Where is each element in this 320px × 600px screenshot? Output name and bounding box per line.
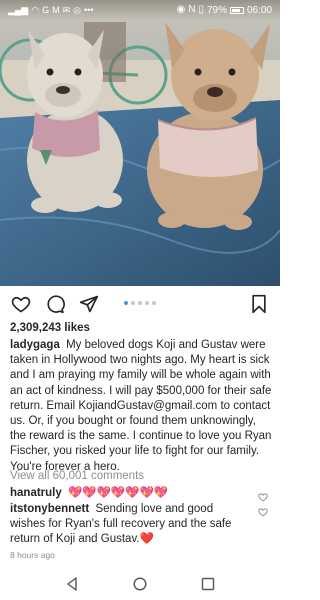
clock: 06:00: [246, 4, 272, 16]
eye-comfort-icon: ◉: [176, 4, 186, 15]
comment-text: 💖💖💖💖💖💖💖: [67, 487, 169, 499]
gmail-icon: G: [42, 4, 50, 15]
status-right: ◉ N ▯ 79% 06:00: [176, 5, 272, 16]
system-navigation-bar: [0, 568, 280, 600]
camera-icon: ◎: [73, 4, 82, 15]
likes-count[interactable]: 2,309,243 likes: [10, 322, 90, 334]
carousel-dot: [131, 301, 135, 305]
comment-like-heart-icon[interactable]: [258, 504, 268, 517]
home-circle-icon[interactable]: [132, 576, 148, 592]
signal-icon: ▂▄▆: [8, 4, 29, 15]
wifi-icon: ◠: [31, 4, 40, 15]
status-bar: ▂▄▆ ◠ G M ✉ ◎ ••• ◉ N ▯ 79% 06:00: [0, 0, 280, 20]
carousel-dot: [124, 301, 128, 305]
share-paper-plane-icon[interactable]: [78, 293, 100, 315]
comment: hanatruly 💖💖💖💖💖💖💖: [10, 486, 250, 501]
carousel-indicator: [124, 301, 156, 305]
comment-username[interactable]: itstonybennett: [10, 503, 89, 515]
nfc-icon: N: [188, 4, 196, 15]
dogs-photo-illustration: [0, 0, 280, 286]
post-timestamp: 8 hours ago: [10, 550, 55, 560]
post-photo[interactable]: [0, 0, 280, 286]
instagram-icon: •••: [84, 4, 94, 15]
carousel-dot: [145, 301, 149, 305]
recents-square-icon[interactable]: [200, 576, 216, 592]
like-heart-icon[interactable]: [10, 293, 32, 315]
battery-icon: [229, 6, 244, 14]
comment-bubble-icon[interactable]: [44, 293, 66, 315]
battery-percent: 79%: [206, 4, 227, 16]
caption-username[interactable]: ladygaga: [10, 339, 60, 351]
status-left: ▂▄▆ ◠ G M ✉ ◎ •••: [8, 4, 94, 15]
post-action-bar: [0, 286, 280, 322]
comment-username[interactable]: hanatruly: [10, 487, 62, 499]
caption-text: My beloved dogs Koji and Gustav were tak…: [10, 339, 272, 473]
comment-like-heart-icon[interactable]: [258, 489, 268, 502]
view-all-comments-link[interactable]: View all 60,001 comments: [10, 470, 144, 482]
g-icon: M: [52, 4, 60, 15]
carousel-dot: [152, 301, 156, 305]
comment: itstonybennett Sending love and good wis…: [10, 502, 250, 548]
mail-icon: ✉: [62, 4, 71, 15]
post-caption: ladygaga My beloved dogs Koji and Gustav…: [10, 338, 272, 475]
carousel-dot: [138, 301, 142, 305]
back-triangle-icon[interactable]: [64, 576, 80, 592]
mute-icon: ▯: [198, 4, 204, 15]
save-bookmark-icon[interactable]: [248, 293, 270, 315]
